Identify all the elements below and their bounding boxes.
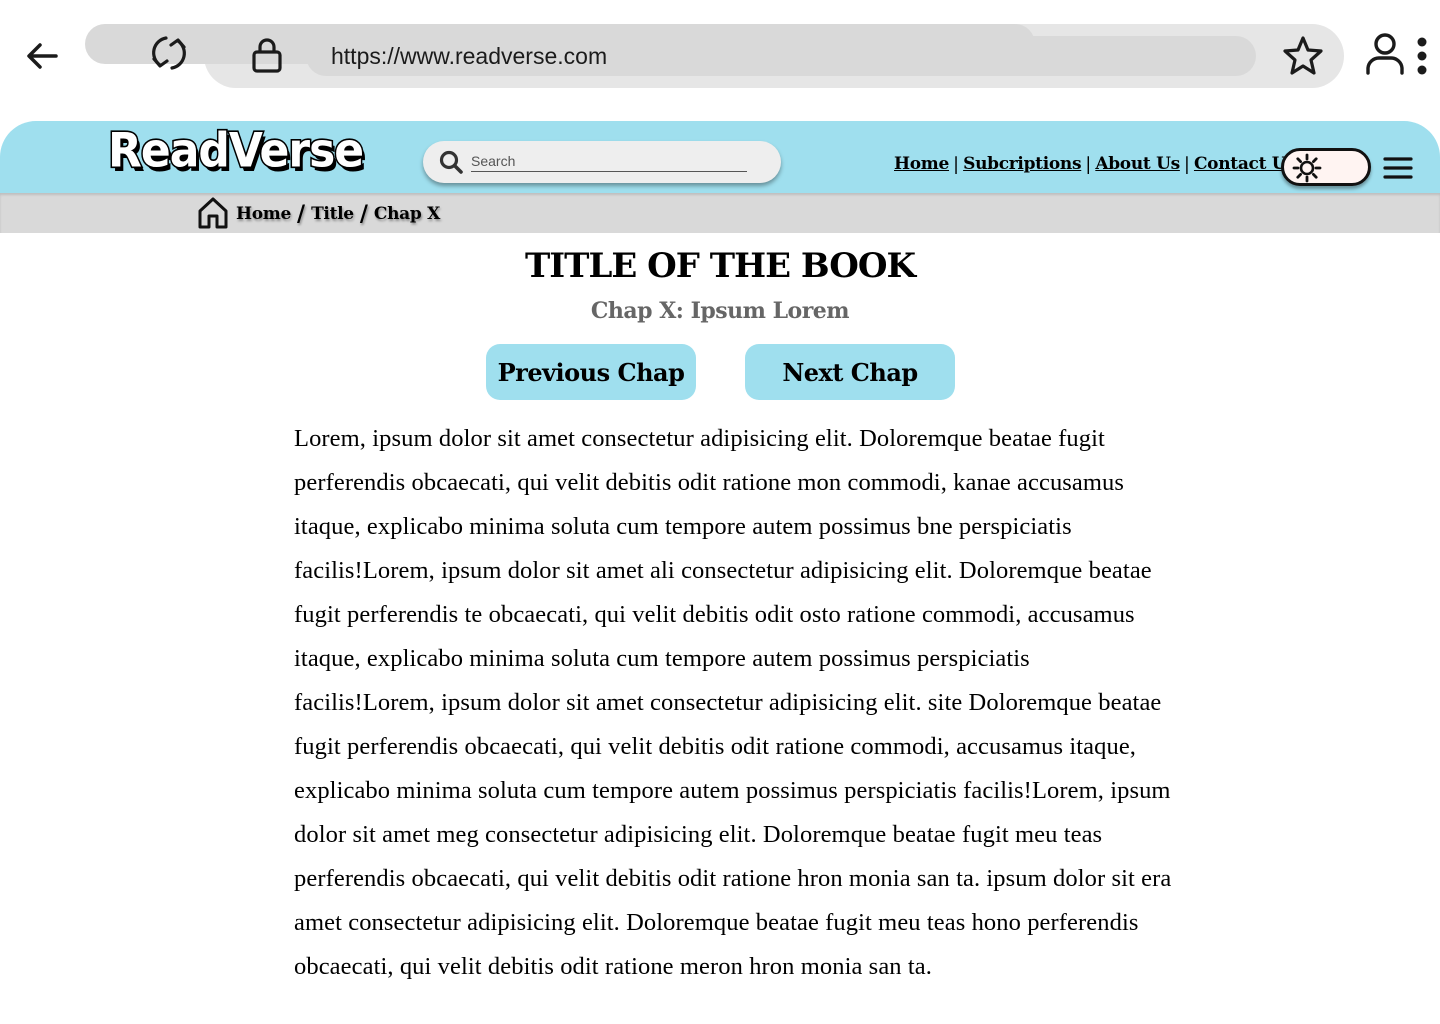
chapter-title: Chap X: Ipsum Lorem bbox=[590, 298, 850, 324]
hamburger-menu-icon[interactable] bbox=[1383, 155, 1413, 181]
breadcrumb-home[interactable]: Home bbox=[236, 204, 291, 224]
back-arrow-icon bbox=[27, 43, 58, 69]
url-input[interactable] bbox=[306, 36, 1256, 76]
lock-icon bbox=[246, 34, 288, 76]
site-logo[interactable]: ReadVerse bbox=[106, 122, 365, 191]
breadcrumb-chapter[interactable]: Chap X bbox=[374, 204, 440, 224]
reload-button[interactable] bbox=[144, 28, 194, 78]
search-icon[interactable] bbox=[438, 149, 464, 175]
star-icon bbox=[1283, 36, 1323, 75]
profile-button[interactable] bbox=[1362, 30, 1408, 80]
home-icon[interactable] bbox=[197, 196, 229, 230]
profile-icon bbox=[1366, 33, 1404, 75]
book-title: TITLE OF THE BOOK bbox=[524, 246, 916, 286]
breadcrumb: Home / Title / Chap X bbox=[236, 199, 440, 229]
reload-icon bbox=[152, 36, 186, 70]
sun-icon bbox=[1292, 153, 1322, 183]
more-menu-button[interactable] bbox=[1410, 34, 1434, 78]
nav-home-link[interactable]: Home bbox=[890, 154, 953, 174]
nav-subscriptions-link[interactable]: Subcriptions bbox=[959, 154, 1085, 174]
breadcrumb-separator: / bbox=[359, 201, 368, 227]
back-button[interactable] bbox=[18, 32, 66, 80]
chapter-text: Lorem, ipsum dolor sit amet consectetur … bbox=[294, 425, 1172, 980]
breadcrumb-title[interactable]: Title bbox=[311, 204, 354, 224]
bookmark-button[interactable] bbox=[1280, 32, 1326, 78]
previous-chapter-button[interactable]: Previous Chap bbox=[486, 344, 696, 400]
search-input[interactable] bbox=[471, 150, 747, 172]
nav-about-link[interactable]: About Us bbox=[1091, 154, 1184, 174]
next-chapter-button[interactable]: Next Chap bbox=[745, 344, 955, 400]
breadcrumb-separator: / bbox=[297, 201, 306, 227]
main-nav: Home | Subcriptions | About Us | Contact… bbox=[890, 150, 1300, 178]
more-dots-icon bbox=[1417, 37, 1427, 75]
